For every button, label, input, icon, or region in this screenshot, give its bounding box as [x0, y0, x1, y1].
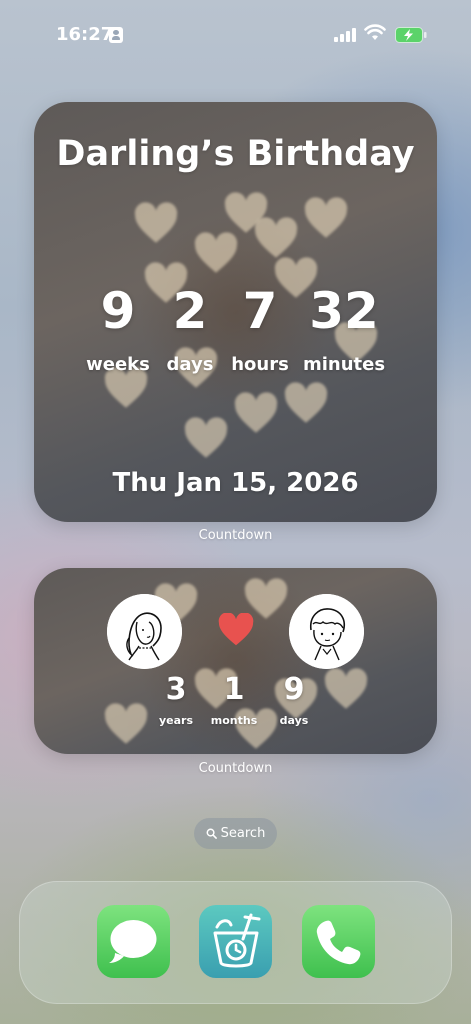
phone-icon [302, 905, 375, 978]
countdown-widget-label: Countdown [198, 528, 273, 543]
phone-app[interactable] [302, 905, 375, 978]
cellular-signal-icon [334, 28, 358, 42]
months-label: months [210, 714, 258, 727]
countdown-app[interactable] [199, 905, 272, 978]
years-value: 3 [165, 672, 187, 707]
messages-app[interactable] [97, 905, 170, 978]
contact-card-icon [109, 27, 123, 43]
messages-icon [97, 905, 170, 978]
rel-days-label: days [279, 714, 309, 727]
relationship-widget-label: Countdown [198, 761, 273, 776]
minutes-label: minutes [302, 354, 386, 375]
search-label: Search [220, 826, 266, 841]
weeks-value: 9 [100, 282, 136, 340]
years-label: years [158, 714, 194, 727]
search-icon [206, 828, 217, 839]
months-value: 1 [223, 672, 245, 707]
countdown-title: Darling’s Birthday [56, 134, 415, 174]
days-value: 2 [172, 282, 208, 340]
countdown-app-icon [199, 905, 272, 978]
girl-avatar [107, 594, 182, 669]
rel-days-value: 9 [283, 672, 305, 707]
battery-charging-icon [395, 27, 427, 43]
heart-icon [218, 613, 254, 646]
hours-value: 7 [242, 282, 278, 340]
boy-avatar [289, 594, 364, 669]
status-bar: 16:27 [0, 0, 471, 70]
wifi-icon [364, 24, 386, 40]
search-button[interactable]: Search [194, 818, 277, 849]
target-date: Thu Jan 15, 2026 [112, 468, 359, 498]
status-time: 16:27 [56, 24, 114, 45]
hours-label: hours [231, 354, 289, 375]
minutes-value: 32 [309, 282, 379, 340]
